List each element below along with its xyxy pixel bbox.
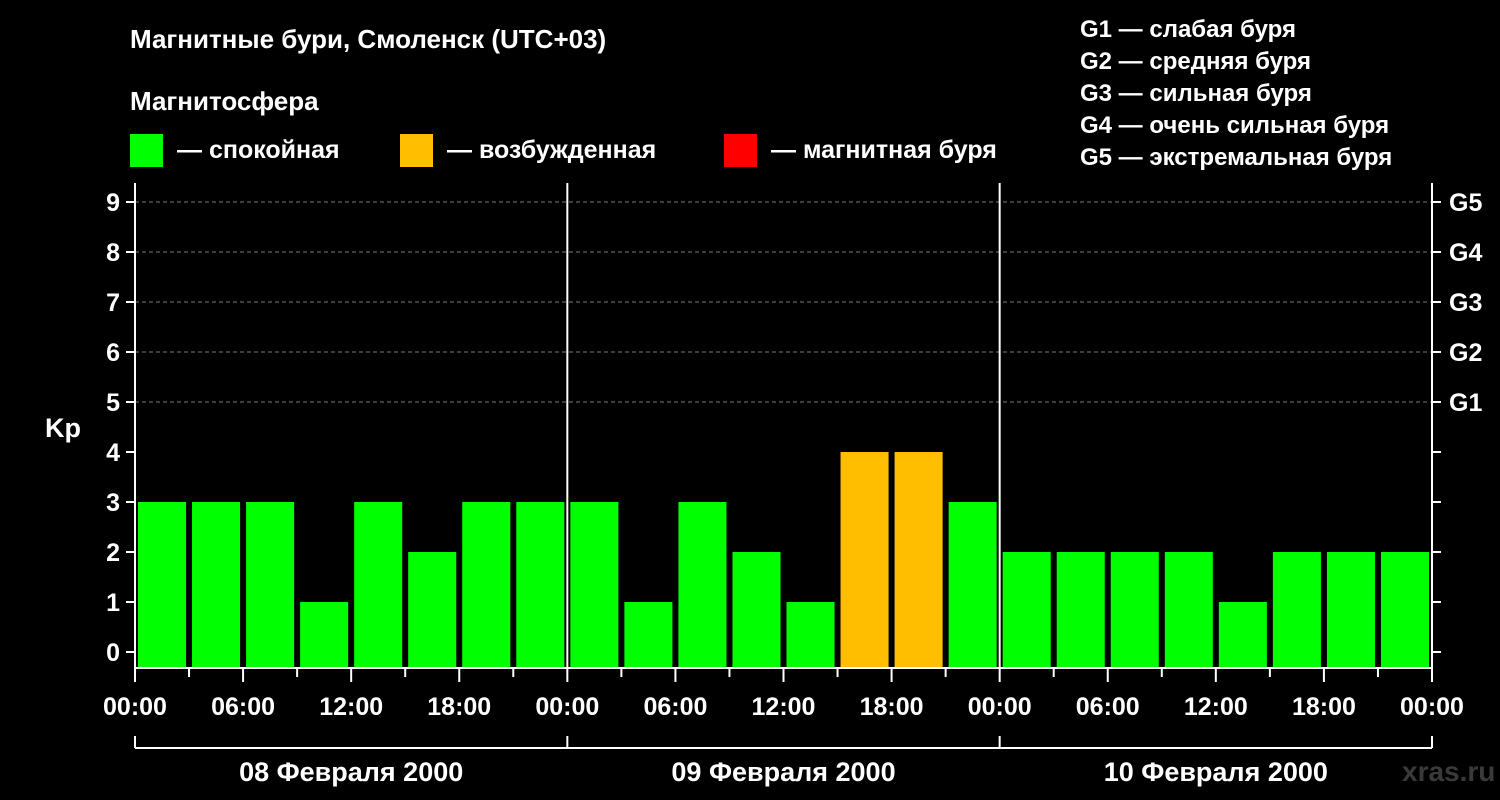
kp-bar <box>894 452 943 668</box>
g-level-label: G2 <box>1449 339 1482 367</box>
kp-bar <box>840 452 889 668</box>
watermark: xras.ru <box>1402 756 1496 787</box>
kp-bar <box>408 552 457 668</box>
kp-bar <box>462 502 511 668</box>
kp-bar <box>1110 552 1159 668</box>
y-tick-label: 8 <box>106 239 120 267</box>
x-tick-label: 12:00 <box>752 693 816 721</box>
x-tick-label: 00:00 <box>968 693 1032 721</box>
y-tick-label: 0 <box>106 639 120 667</box>
kp-bar <box>678 502 727 668</box>
g-level-label: G4 <box>1449 239 1482 267</box>
kp-bar <box>570 502 619 668</box>
x-tick-label: 06:00 <box>643 693 707 721</box>
y-tick-label: 7 <box>106 289 120 317</box>
kp-bar <box>138 502 187 668</box>
kp-bar <box>1326 552 1375 668</box>
x-tick-label: 06:00 <box>1076 693 1140 721</box>
kp-bar <box>1164 552 1213 668</box>
y-tick-label: 2 <box>106 539 120 567</box>
kp-bar <box>1056 552 1105 668</box>
x-tick-label: 18:00 <box>427 693 491 721</box>
kp-bar-chart: 0 1 2 3 4 5 6 7 8 9 G1 G2 G3 G4 G5 Kp 00:00 06:00 12:00 18:… <box>45 183 1482 787</box>
y-axis-label: Kp <box>45 413 81 443</box>
kp-bar <box>732 552 781 668</box>
x-tick-label: 00:00 <box>103 693 167 721</box>
kp-bar <box>354 502 403 668</box>
kp-bar <box>1218 602 1267 668</box>
x-tick-label: 18:00 <box>1292 693 1356 721</box>
x-tick-label: 18:00 <box>860 693 924 721</box>
kp-bar <box>786 602 835 668</box>
y-tick-label: 9 <box>106 189 120 217</box>
kp-bar <box>1002 552 1051 668</box>
kp-bar <box>948 502 997 668</box>
kp-bar <box>246 502 295 668</box>
kp-bar <box>1380 552 1429 668</box>
x-tick-label: 06:00 <box>211 693 275 721</box>
g-level-label: G3 <box>1449 289 1482 317</box>
x-tick-label: 12:00 <box>1184 693 1248 721</box>
y-tick-label: 1 <box>106 589 120 617</box>
x-tick-label: 12:00 <box>319 693 383 721</box>
kp-bar <box>192 502 241 668</box>
y-tick-label: 5 <box>106 389 120 417</box>
kp-bar <box>300 602 349 668</box>
kp-bar <box>1272 552 1321 668</box>
x-tick-label: 00:00 <box>535 693 599 721</box>
y-tick-label: 6 <box>106 339 120 367</box>
kp-bar <box>624 602 673 668</box>
g-level-label: G1 <box>1449 389 1482 417</box>
day-label: 08 Февраля 2000 <box>239 757 463 787</box>
g-level-label: G5 <box>1449 189 1482 217</box>
y-tick-label: 3 <box>106 489 120 517</box>
kp-bar <box>516 502 565 668</box>
day-label: 10 Февраля 2000 <box>1104 757 1328 787</box>
day-label: 09 Февраля 2000 <box>671 757 895 787</box>
x-tick-label: 00:00 <box>1400 693 1464 721</box>
y-tick-label: 4 <box>106 439 120 467</box>
